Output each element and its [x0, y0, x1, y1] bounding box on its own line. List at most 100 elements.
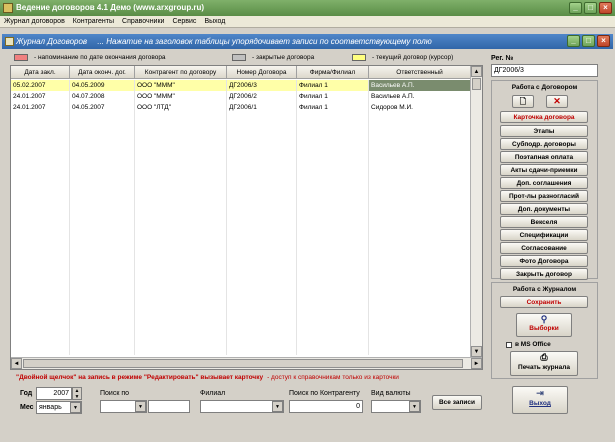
legend-swatch-closed	[232, 53, 246, 61]
table-cell: 04.05.2007	[70, 102, 135, 113]
acceptance-acts-button[interactable]: Акты сдачи-приемки	[500, 164, 588, 176]
table-cell: ДГ2006/2	[227, 91, 297, 102]
table-cell: 05.02.2007	[11, 80, 70, 91]
journal-panel-title: Работа с Журналом	[512, 286, 577, 293]
exit-label: Выход	[529, 400, 551, 407]
journal-title: Журнал Договоров	[16, 37, 88, 46]
table-row[interactable]: 05.02.2007 04.05.2009 ООО "МММ" ДГ2006/3…	[11, 80, 471, 91]
year-input[interactable]: 2007	[36, 387, 72, 400]
minimize-button[interactable]: _	[569, 2, 582, 14]
contract-panel: Работа с Договором 🗋 ✕ Карточка договора…	[491, 80, 598, 280]
chevron-down-icon[interactable]: ▼	[135, 401, 146, 412]
contractor-search-input[interactable]: 0	[289, 400, 363, 413]
table-cell: 24.01.2007	[11, 102, 70, 113]
column-header[interactable]: Фирма/Филиал	[297, 66, 369, 78]
footer-hint-secondary: - доступ к справочникам только из карточ…	[267, 374, 399, 381]
maximize-button[interactable]: □	[584, 2, 597, 14]
month-label: Мес	[20, 404, 34, 411]
new-document-icon[interactable]: 🗋	[512, 95, 534, 108]
additional-documents-button[interactable]: Доп. документы	[500, 203, 588, 215]
chevron-down-icon[interactable]: ▼	[409, 401, 420, 412]
legend-swatch-reminder	[14, 53, 28, 61]
bills-button[interactable]: Векселя	[500, 216, 588, 228]
legend-swatch-current	[352, 53, 366, 61]
table-cell: Васильев А.П.	[369, 80, 471, 91]
column-header[interactable]: Номер Договора	[227, 66, 297, 78]
column-header[interactable]: Дата закл.	[11, 66, 70, 78]
legend-reminder: - напоминание по дате окончания договора	[14, 52, 166, 62]
footer-hint-main: "Двойной щелчок" на запись в режиме "Ред…	[16, 374, 264, 381]
disagreement-protocols-button[interactable]: Прот-лы разногласий	[500, 190, 588, 202]
journal-maximize-button[interactable]: □	[582, 35, 595, 47]
chevron-down-icon[interactable]: ▼	[272, 401, 283, 412]
contractor-search-label: Поиск по Контрагенту	[289, 390, 360, 397]
menu-bar: Журнал договоров Контрагенты Справочники…	[0, 16, 615, 28]
horizontal-scrollbar[interactable]: ◄ ►	[11, 357, 482, 369]
app-titlebar: Ведение договоров 4.1 Демо (www.arxgroup…	[0, 0, 615, 16]
table-cell: Сидоров М.И.	[369, 102, 471, 113]
subcontracts-button[interactable]: Субподр. договоры	[500, 138, 588, 150]
year-label: Год	[20, 390, 33, 397]
table-cell: ДГ2006/1	[227, 102, 297, 113]
table-empty-area	[11, 113, 471, 355]
exit-button[interactable]: ⇥ Выход	[512, 386, 568, 414]
branch-label: Филиал	[200, 390, 226, 397]
close-contract-button[interactable]: Закрыть договор	[500, 268, 588, 280]
vertical-scrollbar[interactable]: ▲ ▼	[470, 66, 482, 357]
table-cell: ООО "МММ"	[135, 91, 227, 102]
save-button[interactable]: Сохранить	[500, 296, 588, 308]
additional-agreements-button[interactable]: Доп. соглашения	[500, 177, 588, 189]
menu-item-contracts-journal[interactable]: Журнал договоров	[4, 16, 65, 27]
journal-panel: Работа с Журналом Сохранить ⚲ Выборки в …	[491, 282, 598, 379]
menu-item-service[interactable]: Сервис	[172, 16, 196, 27]
legend-closed: - закрытые договора	[232, 52, 314, 62]
specifications-button[interactable]: Спецификации	[500, 229, 588, 241]
delete-icon[interactable]: ✕	[546, 95, 568, 108]
ms-office-label: в MS Office	[515, 341, 551, 348]
stages-button[interactable]: Этапы	[500, 125, 588, 137]
column-header[interactable]: Дата оконч. дог.	[70, 66, 135, 78]
journal-minimize-button[interactable]: _	[567, 35, 580, 47]
menu-item-references[interactable]: Справочники	[122, 16, 164, 27]
exit-door-icon: ⇥	[536, 388, 544, 398]
contracts-table[interactable]: Дата закл. Дата оконч. дог. Контрагент п…	[10, 65, 483, 370]
print-journal-label: Печать журнала	[518, 364, 570, 371]
scroll-down-arrow-icon[interactable]: ▼	[471, 346, 482, 357]
table-header: Дата закл. Дата оконч. дог. Контрагент п…	[11, 66, 471, 79]
column-header[interactable]: Контрагент по договору	[135, 66, 227, 78]
year-spinner[interactable]: ▲ ▼	[72, 387, 82, 400]
footer-hint: "Двойной щелчок" на запись в режиме "Ред…	[16, 374, 399, 381]
journal-titlebar: Журнал Договоров ... Нажатие на заголово…	[2, 34, 613, 49]
table-cell: ООО "МММ"	[135, 80, 227, 91]
hscroll-thumb[interactable]	[23, 359, 463, 368]
approval-button[interactable]: Согласование	[500, 242, 588, 254]
scroll-left-arrow-icon[interactable]: ◄	[11, 358, 22, 369]
scroll-up-arrow-icon[interactable]: ▲	[471, 66, 482, 77]
all-records-button[interactable]: Все записи	[432, 395, 482, 410]
reg-number-field: ДГ2006/3	[491, 64, 598, 77]
selections-label: Выборки	[529, 325, 559, 332]
journal-close-button[interactable]: ×	[597, 35, 610, 47]
ms-office-checkbox[interactable]	[506, 342, 512, 348]
scroll-thumb[interactable]	[472, 78, 481, 90]
search-value-input[interactable]	[148, 400, 190, 413]
table-cell: Филиал 1	[297, 80, 369, 91]
print-journal-button[interactable]: ⎙ Печать журнала	[510, 351, 578, 376]
contract-panel-title: Работа с Договором	[511, 84, 578, 91]
legend-current: - текущий договор (курсор)	[352, 52, 453, 62]
menu-item-contractors[interactable]: Контрагенты	[73, 16, 114, 27]
table-cell: ООО "ЛТД"	[135, 102, 227, 113]
column-header[interactable]: Ответственный	[369, 66, 471, 78]
staged-payment-button[interactable]: Поэтапная оплата	[500, 151, 588, 163]
contract-photo-button[interactable]: Фото Договора	[500, 255, 588, 267]
table-row[interactable]: 24.01.2007 04.07.2008 ООО "МММ" ДГ2006/2…	[11, 91, 471, 102]
selections-button[interactable]: ⚲ Выборки	[516, 313, 572, 337]
menu-item-exit[interactable]: Выход	[204, 16, 225, 27]
chevron-down-icon[interactable]: ▼	[70, 402, 81, 413]
table-row[interactable]: 24.01.2007 04.05.2007 ООО "ЛТД" ДГ2006/1…	[11, 102, 471, 113]
contract-card-button[interactable]: Карточка договора	[500, 111, 588, 123]
reg-number-label: Рег. №	[491, 55, 514, 62]
close-button[interactable]: ×	[599, 2, 612, 14]
scroll-right-arrow-icon[interactable]: ►	[471, 358, 482, 369]
legend-label-current: - текущий договор (курсор)	[372, 53, 454, 61]
